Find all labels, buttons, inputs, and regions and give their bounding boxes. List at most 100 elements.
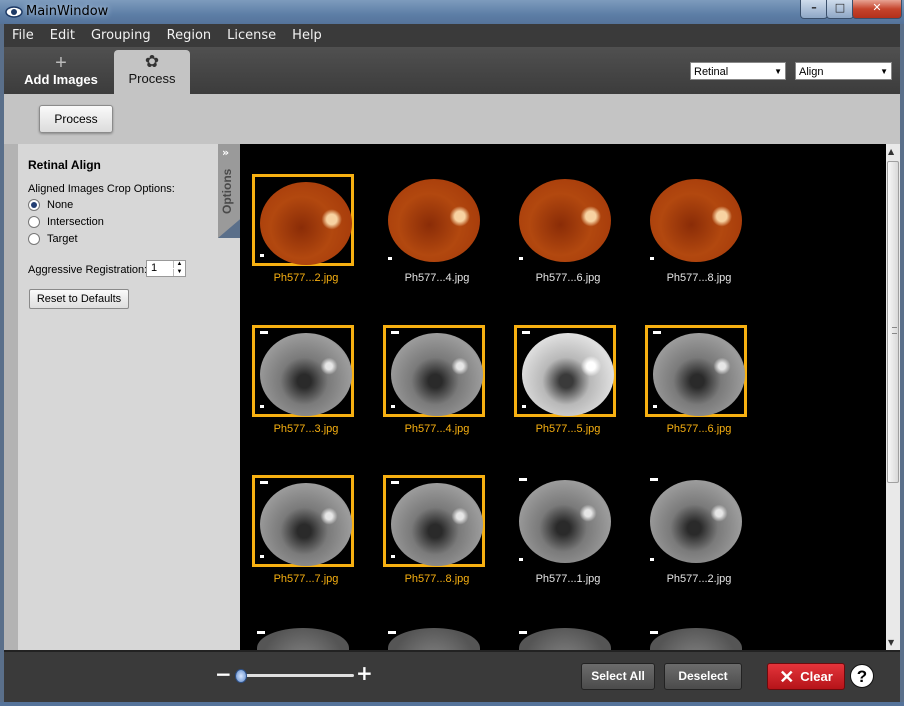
fundus-image	[650, 480, 742, 563]
thumbnail[interactable]: Ph577...5.jpg	[514, 325, 622, 439]
select-all-button[interactable]: Select All	[581, 663, 655, 690]
thumbnail-frame	[645, 475, 747, 567]
spin-up-icon[interactable]: ▲	[173, 261, 185, 268]
dropdown-arrow-icon: ▼	[774, 67, 782, 76]
clear-button[interactable]: ✕ Clear	[767, 663, 845, 690]
bottom-bar: − + Select All Deselect ✕ Clear ?	[4, 650, 900, 702]
thumbnail[interactable]: Ph577...4.jpg	[383, 174, 491, 288]
thumbnail-label: Ph577...6.jpg	[666, 423, 732, 435]
menu-bar: File Edit Grouping Region License Help	[4, 24, 900, 47]
zoom-in-icon[interactable]: +	[356, 661, 373, 685]
image-marker	[391, 555, 395, 558]
thumbnail[interactable]: Ph577...6.jpg	[645, 325, 753, 439]
image-marker	[388, 257, 392, 260]
maximize-button[interactable]: □	[826, 0, 854, 19]
menu-region[interactable]: Region	[159, 28, 220, 43]
tab-add-images[interactable]: + Add Images	[8, 50, 114, 94]
scroll-up-icon[interactable]: ▲	[888, 147, 894, 156]
fundus-image	[260, 182, 352, 265]
radio-none[interactable]: None	[28, 199, 73, 211]
radio-target[interactable]: Target	[28, 233, 78, 245]
thumbnail-label: Ph577...8.jpg	[666, 272, 732, 284]
thumbnail-partial[interactable]	[650, 628, 742, 650]
reset-defaults-button[interactable]: Reset to Defaults	[29, 289, 129, 309]
image-marker	[650, 631, 658, 634]
thumbnail-label: Ph577...7.jpg	[273, 573, 339, 585]
thumbnail[interactable]: Ph577...7.jpg	[252, 475, 360, 589]
radio-button-selected[interactable]	[28, 199, 40, 211]
process-button[interactable]: Process	[39, 105, 113, 133]
mode-select[interactable]: Retinal ▼	[690, 62, 786, 80]
thumbnail-frame	[514, 475, 616, 567]
thumbnail[interactable]: Ph577...8.jpg	[645, 174, 753, 288]
image-marker	[522, 405, 526, 408]
minimize-button[interactable]: –	[800, 0, 828, 19]
thumbnail-frame	[645, 325, 747, 417]
thumbnail[interactable]: Ph577...1.jpg	[514, 475, 622, 589]
radio-none-label: None	[47, 199, 74, 211]
thumbnail[interactable]: Ph577...2.jpg	[252, 174, 360, 288]
window-title: MainWindow	[26, 4, 109, 19]
spin-down-icon[interactable]: ▼	[173, 269, 185, 276]
scrollbar-thumb[interactable]	[887, 161, 899, 483]
thumbnail-frame	[252, 174, 354, 266]
scroll-down-icon[interactable]: ▼	[888, 638, 894, 647]
thumbnail-frame	[252, 475, 354, 567]
thumbnail-label: Ph577...4.jpg	[404, 272, 470, 284]
menu-edit[interactable]: Edit	[42, 28, 83, 43]
image-marker	[257, 631, 265, 634]
zoom-slider-track[interactable]	[236, 674, 354, 677]
fundus-image	[519, 179, 611, 262]
thumbnail-partial[interactable]	[257, 628, 349, 650]
help-icon[interactable]: ?	[850, 664, 874, 688]
image-marker	[391, 331, 399, 334]
thumbnail[interactable]: Ph577...2.jpg	[645, 475, 753, 589]
thumbnail-label: Ph577...2.jpg	[273, 272, 339, 284]
thumbnail-frame	[383, 174, 485, 266]
menu-file[interactable]: File	[4, 28, 42, 43]
image-marker	[653, 331, 661, 334]
radio-button[interactable]	[28, 233, 40, 245]
radio-button[interactable]	[28, 216, 40, 228]
menu-license[interactable]: License	[219, 28, 284, 43]
tab-process-label: Process	[128, 71, 176, 86]
thumbnail-frame	[645, 174, 747, 266]
thumbnail-frame	[383, 475, 485, 567]
operation-select[interactable]: Align ▼	[795, 62, 892, 80]
menu-grouping[interactable]: Grouping	[83, 28, 159, 43]
crop-options-label: Aligned Images Crop Options:	[28, 183, 175, 195]
thumbnail-frame	[514, 325, 616, 417]
close-button[interactable]: ✕	[852, 0, 902, 19]
aggressive-registration-spinbox[interactable]: 1 ▲ ▼	[146, 260, 186, 277]
title-bar: MainWindow – □ ✕	[0, 0, 904, 24]
tab-process[interactable]: ✿ Process	[114, 50, 190, 94]
thumbnail-partial[interactable]	[519, 628, 611, 650]
menu-help[interactable]: Help	[284, 28, 330, 43]
zoom-slider-handle[interactable]	[235, 669, 247, 683]
image-marker	[260, 405, 264, 408]
thumbnail-label: Ph577...5.jpg	[535, 423, 601, 435]
thumbnail-label: Ph577...6.jpg	[535, 272, 601, 284]
deselect-button[interactable]: Deselect	[664, 663, 742, 690]
thumbnail-label: Ph577...1.jpg	[535, 573, 601, 585]
fundus-image	[653, 333, 745, 416]
fundus-image	[260, 483, 352, 566]
fundus-image	[260, 333, 352, 416]
radio-intersection[interactable]: Intersection	[28, 216, 104, 228]
thumbnail[interactable]: Ph577...6.jpg	[514, 174, 622, 288]
gallery-scrollbar[interactable]: ▲ ▼	[886, 144, 900, 650]
thumbnail-partial[interactable]	[388, 628, 480, 650]
image-marker	[650, 558, 654, 561]
image-marker	[260, 481, 268, 484]
image-marker	[391, 481, 399, 484]
thumbnail[interactable]: Ph577...4.jpg	[383, 325, 491, 439]
aggressive-registration-label: Aggressive Registration:	[28, 264, 148, 276]
thumbnail[interactable]: Ph577...8.jpg	[383, 475, 491, 589]
radio-intersection-label: Intersection	[47, 216, 104, 228]
options-collapse-tab[interactable]: » Options	[218, 144, 240, 238]
zoom-out-icon[interactable]: −	[215, 662, 232, 686]
image-marker	[522, 331, 530, 334]
collapse-chevron-icon: »	[222, 146, 230, 159]
thumbnail[interactable]: Ph577...3.jpg	[252, 325, 360, 439]
image-gallery: Ph577...2.jpg Ph577...4.jpg Ph577...6.jp…	[240, 144, 886, 650]
